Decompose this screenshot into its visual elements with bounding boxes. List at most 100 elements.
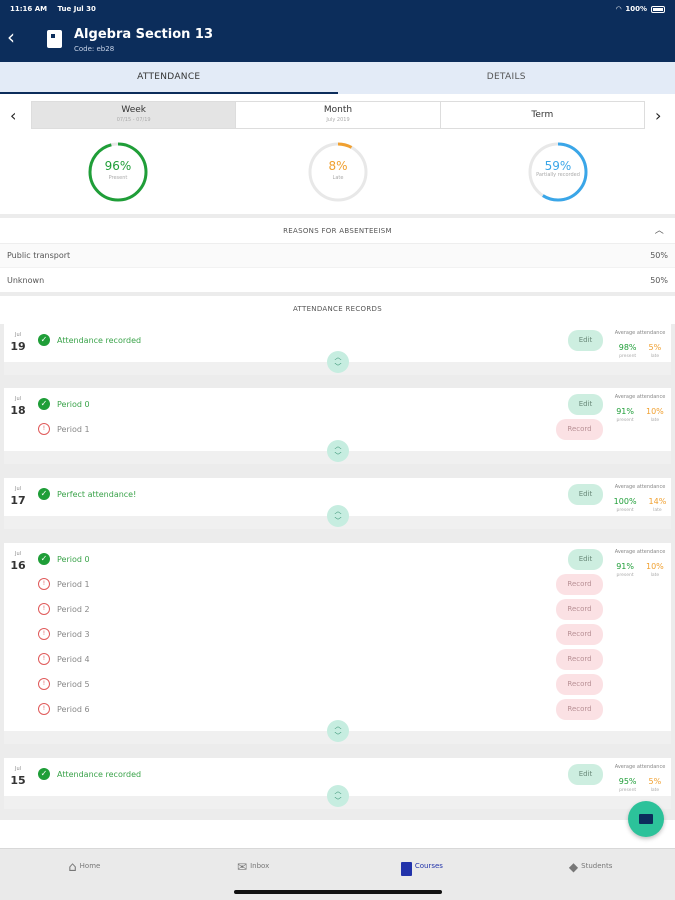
courses-icon xyxy=(400,862,412,876)
expand-toggle-button[interactable]: ︿ ﹀ xyxy=(327,440,349,462)
check-circle-icon: ✓ xyxy=(38,488,50,500)
period-label: Period 1 xyxy=(57,579,90,589)
status-bar: 11:16 AM Tue Jul 30 ◠ 100% xyxy=(10,3,665,15)
partial-value: 59% xyxy=(544,159,572,173)
edit-button[interactable]: Edit xyxy=(568,764,603,785)
period-month[interactable]: Month July 2019 xyxy=(236,102,441,128)
period-week[interactable]: Week 07/15 - 07/19 xyxy=(32,102,237,128)
reasons-header[interactable]: REASONS FOR ABSENTEEISM ︿ xyxy=(0,218,675,244)
period-term[interactable]: Term xyxy=(441,102,644,128)
period-label: Period 4 xyxy=(57,654,90,664)
day-month: Jul xyxy=(14,396,22,402)
partial-gauge: 59% Partially recorded xyxy=(527,141,589,203)
present-percent: 95% xyxy=(618,777,637,786)
attendance-day-card: Jul 17 ✓ Perfect attendance! Edit Average att… xyxy=(4,478,671,529)
record-button[interactable]: Record xyxy=(556,574,603,595)
day-month: Jul xyxy=(14,766,22,772)
record-button[interactable]: Record xyxy=(556,699,603,720)
reasons-title: REASONS FOR ABSENTEEISM xyxy=(283,227,392,235)
tab-details[interactable]: DETAILS xyxy=(338,62,675,94)
check-circle-icon: ✓ xyxy=(38,553,50,565)
day-number: 16 xyxy=(10,559,26,572)
alarm-clock-icon: ! xyxy=(38,678,50,690)
nav-home-label: Home xyxy=(79,862,101,870)
late-value: 8% xyxy=(328,159,348,173)
alarm-clock-icon: ! xyxy=(38,653,50,665)
edit-button[interactable]: Edit xyxy=(568,484,603,505)
compose-message-button[interactable] xyxy=(628,801,664,837)
reason-label: Unknown xyxy=(7,275,45,285)
period-row: ! Period 2 xyxy=(38,599,90,619)
late-percent: 14% xyxy=(648,497,667,506)
alarm-clock-icon: ! xyxy=(38,423,50,435)
check-circle-icon: ✓ xyxy=(38,768,50,780)
period-row: ! Period 5 xyxy=(38,674,90,694)
record-button[interactable]: Record xyxy=(556,674,603,695)
edit-button[interactable]: Edit xyxy=(568,330,603,351)
period-week-label: Week xyxy=(121,105,146,115)
average-attendance-title: Average attendance xyxy=(614,484,666,490)
average-attendance: Average attendance 100% present 14% late xyxy=(609,484,671,513)
record-button[interactable]: Record xyxy=(556,419,603,440)
nav-home[interactable]: ⌂ Home xyxy=(0,849,169,900)
present-caption: present xyxy=(619,354,637,359)
day-number: 15 xyxy=(10,774,26,787)
attendance-day-card: Jul 15 ✓ Attendance recorded Edit Average att… xyxy=(4,758,671,809)
period-row: ! Period 6 xyxy=(38,699,90,719)
late-caption: late xyxy=(650,354,660,359)
attendance-day-card: Jul 18 ✓ Period 0 Edit! Period 1 Record Average… xyxy=(4,388,671,464)
period-row: ✓ Period 0 xyxy=(38,549,90,569)
chevron-up-icon[interactable]: ︿ xyxy=(655,218,664,244)
period-month-label: Month xyxy=(323,105,353,115)
present-caption: present xyxy=(616,573,634,578)
expand-toggle-button[interactable]: ︿ ﹀ xyxy=(327,505,349,527)
period-label: Attendance recorded xyxy=(57,335,142,345)
average-attendance-title: Average attendance xyxy=(614,330,666,336)
late-caption: late xyxy=(650,418,660,423)
nav-courses-label: Courses xyxy=(414,862,443,870)
expand-toggle-button[interactable]: ︿ ﹀ xyxy=(327,351,349,373)
late-caption: late xyxy=(650,573,660,578)
chevron-right-icon[interactable]: › xyxy=(655,106,661,125)
average-attendance: Average attendance 95% present 5% late xyxy=(609,764,671,793)
average-attendance: Average attendance 91% present 10% late xyxy=(609,394,671,423)
battery-percent: 100% xyxy=(625,5,647,13)
students-icon: ◆ xyxy=(568,860,579,874)
period-row: ✓ Attendance recorded xyxy=(38,330,141,350)
expand-toggle-button[interactable]: ︿ ﹀ xyxy=(327,720,349,742)
edit-button[interactable]: Edit xyxy=(568,549,603,570)
period-label: Period 2 xyxy=(57,604,90,614)
period-row: ✓ Period 0 xyxy=(38,394,90,414)
back-arrow-icon[interactable]: ‹ xyxy=(7,27,15,47)
chevron-up-down-icon: ︿ ﹀ xyxy=(334,787,342,805)
nav-students[interactable]: ◆ Students xyxy=(506,849,675,900)
day-number: 19 xyxy=(10,340,26,353)
reason-label: Public transport xyxy=(7,251,71,260)
period-row: ! Period 3 xyxy=(38,624,90,644)
present-percent: 98% xyxy=(618,343,637,352)
list-end-spacer xyxy=(0,820,675,848)
tab-attendance[interactable]: ATTENDANCE xyxy=(0,62,338,94)
reason-value: 50% xyxy=(650,275,668,285)
status-time: 11:16 AM xyxy=(10,5,48,13)
record-button[interactable]: Record xyxy=(556,599,603,620)
record-button[interactable]: Record xyxy=(556,624,603,645)
period-label: Period 6 xyxy=(57,704,90,714)
period-label: Perfect attendance! xyxy=(57,489,137,499)
period-label: Period 1 xyxy=(57,424,90,434)
period-week-range: 07/15 - 07/19 xyxy=(116,117,151,123)
course-code: Code: eb28 xyxy=(74,45,115,53)
period-month-range: July 2019 xyxy=(326,117,350,123)
chevron-left-icon[interactable]: ‹ xyxy=(10,106,16,125)
present-caption: present xyxy=(616,418,634,423)
expand-toggle-button[interactable]: ︿ ﹀ xyxy=(327,785,349,807)
day-number: 18 xyxy=(10,404,26,417)
edit-button[interactable]: Edit xyxy=(568,394,603,415)
average-attendance-title: Average attendance xyxy=(614,394,666,400)
home-indicator xyxy=(234,890,442,894)
present-label: Present xyxy=(108,175,128,181)
present-caption: present xyxy=(619,788,637,793)
record-button[interactable]: Record xyxy=(556,649,603,670)
period-row: ✓ Attendance recorded xyxy=(38,764,141,784)
present-percent: 91% xyxy=(616,407,634,416)
